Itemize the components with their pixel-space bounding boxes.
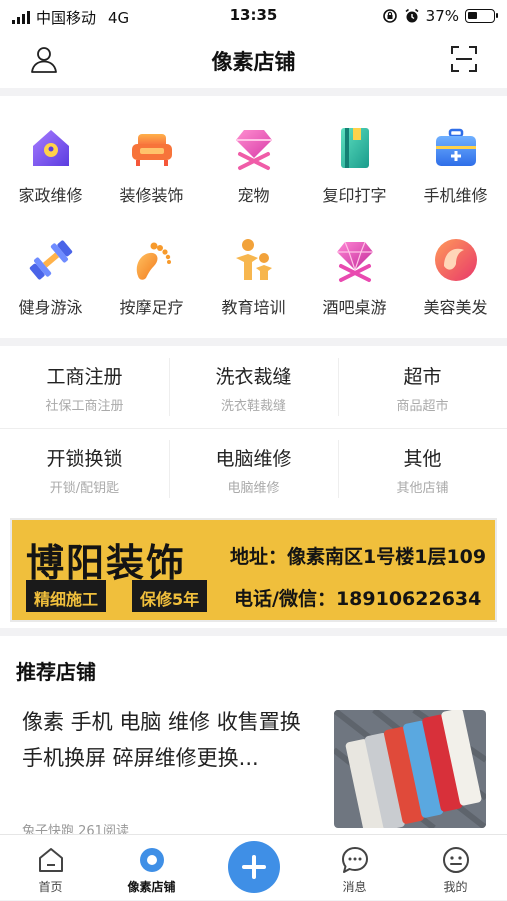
pet-gem-icon [235,130,272,170]
service-locksmith[interactable]: 开锁换锁 开锁/配钥匙 [0,428,169,510]
category-renovation[interactable]: 装修装饰 [101,124,202,206]
article-title[interactable]: 像素 手机 电脑 维修 收售置换 手机换屏 碎屏维修更换... [22,704,322,776]
foot-icon [136,242,171,280]
divider [338,358,339,416]
banner-phone: 电话/微信：18910622634 [234,588,482,610]
ad-banner[interactable]: 博阳装饰 地址：像素南区1号楼1层109 精细施工 保修5年 电话/微信：189… [10,518,497,622]
home-icon [38,848,63,872]
divider [338,440,339,498]
book-icon [340,128,369,168]
add-button[interactable] [228,841,280,893]
category-beauty[interactable]: 美容美发 [405,236,506,318]
parent-child-icon [235,239,272,280]
banner-tag-warranty: 保修5年 [132,580,208,612]
section-heading: 推荐店铺 [16,660,96,684]
article-thumbnail[interactable] [334,710,486,828]
store-icon [139,848,164,872]
scan-icon[interactable] [449,44,479,74]
woman-face-icon [434,239,477,281]
category-fitness[interactable]: 健身游泳 [0,236,101,318]
service-business-registration[interactable]: 工商注册 社保工商注册 [0,346,169,428]
battery-icon [465,9,498,23]
status-bar: 中国移动 4G 13:35 37% [0,0,507,32]
category-home-repair[interactable]: 家政维修 [0,124,101,206]
dumbbell-icon [29,240,72,280]
nav-bar: 像素店铺 [0,32,507,88]
service-computer-repair[interactable]: 电脑维修 电脑维修 [169,428,338,510]
toolbox-icon [435,128,476,166]
divider [169,358,170,416]
alarm-icon [405,8,419,23]
battery-percent: 37% [425,7,459,25]
category-pet[interactable]: 宠物 [203,124,304,206]
page-title: 像素店铺 [211,50,296,74]
category-massage[interactable]: 按摩足疗 [101,236,202,318]
category-printing[interactable]: 复印打字 [304,124,405,206]
profile-icon [442,847,469,873]
gem-icon [336,241,373,282]
banner-address: 地址：像素南区1号楼1层109 [230,546,487,568]
service-list: 工商注册 社保工商注册 洗衣裁缝 洗衣鞋裁缝 超市 商品超市 开锁换锁 开锁/配… [0,346,507,510]
ad-banner-section: 博阳装饰 地址：像素南区1号楼1层109 精细施工 保修5年 电话/微信：189… [0,510,507,628]
message-icon [341,847,368,873]
lock-rotation-icon [382,9,397,23]
service-other[interactable]: 其他 其他店铺 [338,428,507,510]
service-supermarket[interactable]: 超市 商品超市 [338,346,507,428]
category-bar-games[interactable]: 酒吧桌游 [304,236,405,318]
house-location-icon [32,130,69,166]
tab-home[interactable]: 首页 [0,835,101,901]
tab-profile[interactable]: 我的 [405,835,506,901]
banner-tag-construction: 精细施工 [26,580,107,612]
tab-messages[interactable]: 消息 [304,835,405,901]
divider [169,440,170,498]
service-laundry-tailor[interactable]: 洗衣裁缝 洗衣鞋裁缝 [169,346,338,428]
category-phone-repair[interactable]: 手机维修 [405,124,506,206]
category-education[interactable]: 教育培训 [203,236,304,318]
category-grid: 家政维修 装修装饰 宠物 复印打字 手机维修 健身游泳 按摩足疗 教育培训 酒吧… [0,96,507,338]
tab-store[interactable]: 像素店铺 [101,835,202,901]
banner-brand: 博阳装饰 [26,541,187,585]
divider [0,428,507,429]
sofa-icon [131,134,172,166]
recommended-section: 推荐店铺 像素 手机 电脑 维修 收售置换 手机换屏 碎屏维修更换... 兔子快… [0,628,507,839]
